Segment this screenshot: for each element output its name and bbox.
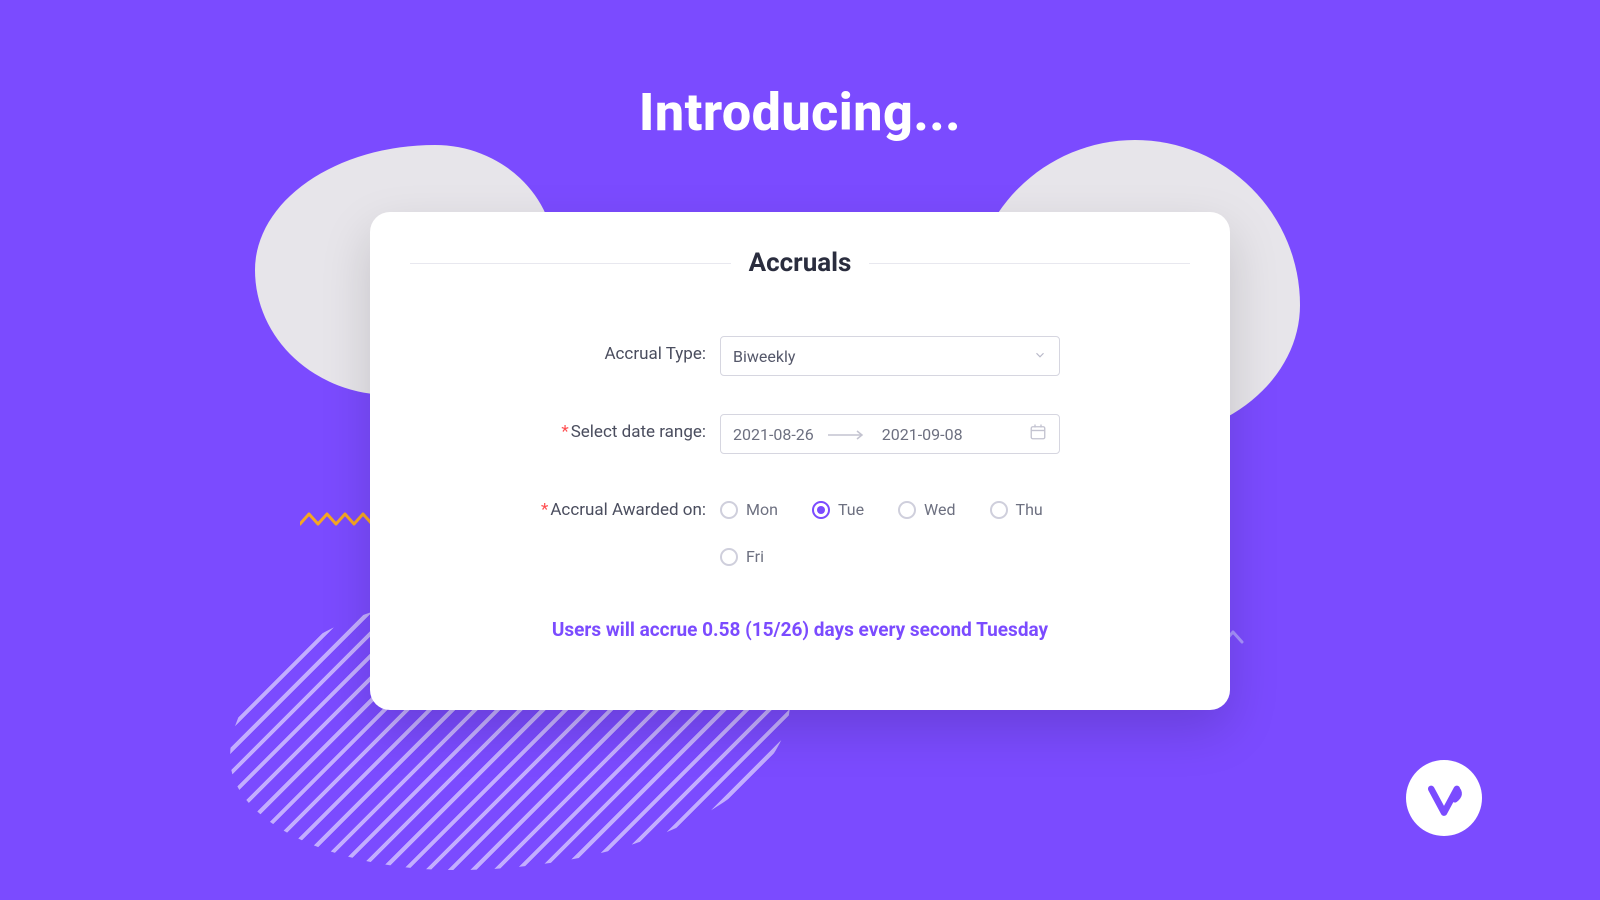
- brand-logo-badge: [1406, 760, 1482, 836]
- radio-circle-icon: [720, 548, 738, 566]
- chevron-down-icon: [1033, 347, 1047, 366]
- radio-label: Thu: [1016, 500, 1043, 519]
- radio-fri[interactable]: Fri: [720, 547, 764, 566]
- required-mark: *: [541, 500, 548, 520]
- radio-label: Wed: [924, 500, 955, 519]
- arrow-right-icon: [828, 425, 868, 444]
- accruals-card: Accruals Accrual Type: Biweekly: [370, 212, 1230, 710]
- date-range-end: 2021-09-08: [882, 425, 963, 444]
- row-accrual-type: Accrual Type: Biweekly: [410, 336, 1190, 376]
- row-date-range: *Select date range: 2021-08-26 2021-09-0…: [410, 414, 1190, 454]
- awarded-on-radio-group: Mon Tue Wed Thu Fri: [720, 492, 1100, 566]
- required-mark: *: [561, 422, 568, 442]
- divider: [410, 263, 731, 264]
- radio-thu[interactable]: Thu: [990, 500, 1043, 519]
- accrual-summary-text: Users will accrue 0.58 (15/26) days ever…: [410, 618, 1190, 641]
- radio-label: Mon: [746, 500, 778, 519]
- label-date-range: *Select date range:: [410, 414, 720, 442]
- date-range-picker[interactable]: 2021-08-26 2021-09-08: [720, 414, 1060, 454]
- radio-label: Fri: [746, 547, 764, 566]
- radio-tue[interactable]: Tue: [812, 500, 864, 519]
- accruals-form: Accrual Type: Biweekly *Select date rang…: [410, 336, 1190, 566]
- radio-circle-icon: [898, 501, 916, 519]
- page-heading: Introducing...: [0, 82, 1600, 143]
- radio-circle-icon: [720, 501, 738, 519]
- promo-stage: Introducing... Accruals Accrual Type: Bi…: [0, 0, 1600, 900]
- radio-mon[interactable]: Mon: [720, 500, 778, 519]
- row-awarded-on: *Accrual Awarded on: Mon Tue Wed Thu Fri: [410, 492, 1190, 566]
- date-range-start: 2021-08-26: [733, 425, 814, 444]
- section-title-row: Accruals: [410, 248, 1190, 278]
- brand-logo-icon: [1422, 776, 1466, 820]
- accrual-type-select[interactable]: Biweekly: [720, 336, 1060, 376]
- divider: [869, 263, 1190, 264]
- radio-wed[interactable]: Wed: [898, 500, 955, 519]
- radio-circle-icon: [990, 501, 1008, 519]
- calendar-icon: [1029, 423, 1047, 445]
- accrual-type-value: Biweekly: [733, 347, 795, 366]
- radio-circle-icon: [812, 501, 830, 519]
- label-awarded-on: *Accrual Awarded on:: [410, 492, 720, 520]
- radio-label: Tue: [838, 500, 864, 519]
- section-title: Accruals: [749, 248, 852, 278]
- label-accrual-type: Accrual Type:: [410, 336, 720, 364]
